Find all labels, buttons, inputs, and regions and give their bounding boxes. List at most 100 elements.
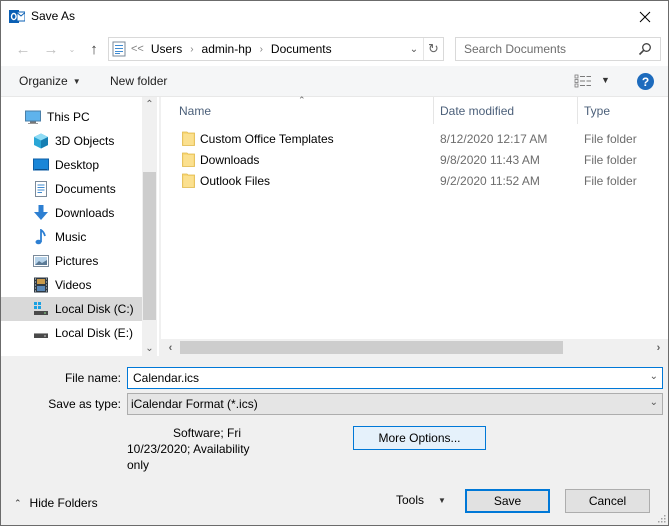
nav-item-label: Local Disk (C:) — [55, 302, 134, 316]
breadcrumb-separator-icon[interactable]: › — [260, 44, 263, 55]
save-as-dialog: Save As ← → ⌄ ↑ << Users › admin-hp › Do… — [0, 0, 669, 526]
desktop-icon — [33, 158, 49, 171]
scroll-left-arrow-icon[interactable]: ‹ — [162, 339, 179, 356]
nav-item-3d-objects[interactable]: 3D Objects — [1, 129, 142, 153]
nav-item-videos[interactable]: Videos — [1, 273, 142, 297]
scroll-up-arrow-icon[interactable]: ⌃ — [142, 97, 157, 112]
search-box — [455, 37, 661, 61]
nav-item-label: Local Disk (E:) — [55, 326, 134, 340]
view-options-dropdown-icon[interactable]: ▼ — [601, 75, 610, 85]
nav-pane-vertical-scrollbar[interactable]: ⌃ ⌄ — [142, 97, 157, 356]
refresh-button[interactable]: ↻ — [423, 38, 443, 60]
up-arrow-icon: ↑ — [90, 40, 98, 58]
title-bar: Save As — [1, 1, 668, 32]
save-as-type-value: iCalendar Format (*.ics) — [131, 397, 258, 411]
cancel-button[interactable]: Cancel — [565, 489, 650, 513]
column-header-type[interactable]: Type — [584, 97, 668, 124]
save-button[interactable]: Save — [465, 489, 550, 513]
new-folder-button[interactable]: New folder — [110, 74, 167, 88]
nav-item-label: Music — [55, 230, 87, 244]
file-type: File folder — [584, 132, 637, 146]
refresh-icon: ↻ — [428, 41, 439, 56]
search-icon[interactable] — [638, 42, 652, 56]
nav-item-local-disk-e[interactable]: Local Disk (E:) — [1, 321, 142, 345]
file-name-input[interactable] — [128, 368, 638, 388]
forward-button[interactable]: → — [40, 38, 62, 60]
scrollbar-thumb[interactable] — [180, 341, 563, 354]
tools-button[interactable]: Tools ▼ — [396, 493, 446, 507]
breadcrumb: << Users › admin-hp › Documents — [131, 42, 332, 56]
nav-item-label: Videos — [55, 278, 92, 292]
nav-item-label: 3D Objects — [55, 134, 115, 148]
column-type-label: Type — [584, 103, 611, 118]
file-name-label: File name: — [64, 371, 121, 385]
file-row[interactable]: Outlook Files 9/2/2020 11:52 AM File fol… — [161, 171, 668, 192]
forward-arrow-icon: → — [43, 40, 59, 58]
column-separator[interactable] — [433, 97, 434, 124]
caret-down-icon: ▼ — [72, 76, 81, 86]
command-bar: Organize ▼ New folder ▼ ? — [1, 66, 668, 97]
back-button[interactable]: ← — [12, 38, 34, 60]
folder-icon — [182, 131, 195, 146]
nav-item-label: This PC — [47, 110, 90, 124]
scroll-right-arrow-icon[interactable]: › — [650, 339, 667, 356]
close-button[interactable] — [622, 1, 668, 32]
file-list-horizontal-scrollbar[interactable]: ‹ › — [161, 339, 668, 356]
cancel-label: Cancel — [588, 494, 627, 508]
column-header-name[interactable]: Name — [179, 97, 433, 124]
column-date-label: Date modified — [440, 103, 515, 118]
more-options-button[interactable]: More Options... — [353, 426, 486, 450]
up-button[interactable]: ↑ — [83, 38, 105, 60]
breadcrumb-separator-icon[interactable]: › — [190, 44, 193, 55]
column-separator[interactable] — [577, 97, 578, 124]
nav-item-documents[interactable]: Documents — [1, 177, 142, 201]
folder-icon — [182, 173, 195, 188]
nav-item-downloads[interactable]: Downloads — [1, 201, 142, 225]
chevron-down-icon: ⌄ — [649, 397, 658, 408]
nav-item-pictures[interactable]: Pictures — [1, 249, 142, 273]
file-list: ⌃ Name Date modified Type Custom Office … — [161, 95, 668, 356]
nav-item-label: Documents — [55, 182, 116, 196]
computer-icon — [25, 110, 41, 124]
nav-item-label: Downloads — [55, 206, 115, 220]
nav-item-this-pc[interactable]: This PC — [1, 105, 142, 129]
file-row[interactable]: Downloads 9/8/2020 11:43 AM File folder — [161, 150, 668, 171]
save-as-type-select[interactable]: iCalendar Format (*.ics) ⌄ — [127, 393, 663, 415]
column-name-label: Name — [179, 103, 212, 118]
file-type: File folder — [584, 153, 637, 167]
drive-icon — [34, 333, 48, 338]
file-name-combobox: ⌄ — [127, 367, 663, 389]
address-bar[interactable]: << Users › admin-hp › Documents ⌄ ↻ — [108, 37, 444, 61]
breadcrumb-admin-hp[interactable]: admin-hp — [202, 42, 252, 56]
breadcrumb-overflow[interactable]: << — [131, 43, 144, 55]
breadcrumb-users[interactable]: Users — [151, 42, 182, 56]
resize-grip-icon[interactable] — [656, 513, 666, 523]
search-input[interactable] — [456, 38, 636, 60]
nav-item-desktop[interactable]: Desktop — [1, 153, 142, 177]
details-view-icon[interactable] — [574, 74, 592, 88]
back-arrow-icon: ← — [15, 40, 31, 58]
scroll-down-arrow-icon[interactable]: ⌄ — [142, 341, 157, 356]
scrollbar-thumb[interactable] — [143, 172, 156, 320]
address-row: ← → ⌄ ↑ << Users › admin-hp › Documents … — [1, 32, 668, 66]
hide-folders-label: Hide Folders — [29, 496, 98, 510]
breadcrumb-documents[interactable]: Documents — [271, 42, 332, 56]
chevron-up-icon: ⌃ — [14, 497, 22, 508]
nav-item-local-disk-c[interactable]: Local Disk (C:) — [1, 297, 142, 321]
3d-objects-icon — [34, 133, 48, 149]
hide-folders-button[interactable]: ⌃ Hide Folders — [14, 496, 98, 510]
help-icon[interactable]: ? — [637, 73, 654, 90]
file-name: Downloads — [200, 153, 260, 167]
address-dropdown-button[interactable]: ⌄ — [405, 38, 423, 60]
music-icon — [35, 229, 46, 245]
more-options-label: More Options... — [378, 431, 461, 445]
recent-locations-button[interactable]: ⌄ — [61, 38, 83, 60]
file-name: Custom Office Templates — [200, 132, 334, 146]
nav-item-music[interactable]: Music — [1, 225, 142, 249]
chevron-down-icon[interactable]: ⌄ — [650, 371, 658, 382]
column-header-date-modified[interactable]: Date modified — [440, 97, 576, 124]
file-row[interactable]: Custom Office Templates 8/12/2020 12:17 … — [161, 129, 668, 150]
close-icon — [639, 11, 651, 22]
organize-button[interactable]: Organize ▼ — [19, 74, 81, 88]
metadata-line: only — [127, 458, 150, 472]
